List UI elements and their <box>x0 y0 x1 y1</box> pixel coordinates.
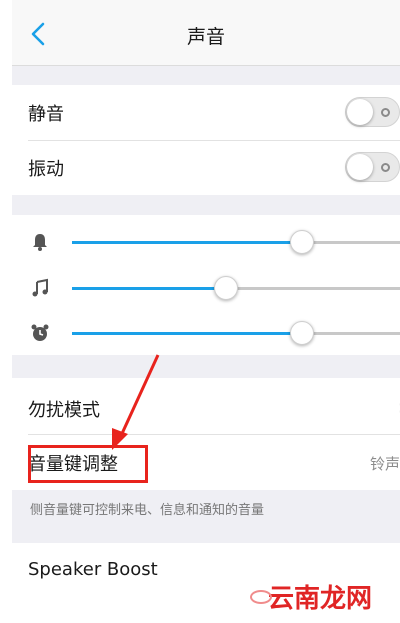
do-not-disturb-row[interactable]: 勿扰模式 › <box>12 378 400 434</box>
bell-icon <box>33 234 47 251</box>
toggle-knob <box>347 99 373 125</box>
slider-thumb[interactable] <box>289 321 314 345</box>
volume-group <box>12 215 400 355</box>
ringtone-volume-slider[interactable] <box>72 230 400 254</box>
ringtone-volume-row <box>12 222 400 262</box>
toggle-group: 静音 振动 <box>12 85 400 195</box>
mute-toggle[interactable] <box>345 97 400 127</box>
watermark-logo-icon <box>250 590 272 604</box>
slider-thumb[interactable] <box>214 276 239 300</box>
mute-label: 静音 <box>28 104 64 125</box>
media-volume-slider[interactable] <box>72 276 400 300</box>
toggle-knob <box>347 154 373 180</box>
watermark: 云南龙网 <box>250 578 373 615</box>
watermark-text: 云南龙网 <box>268 584 373 614</box>
vibrate-label: 振动 <box>28 159 64 180</box>
mute-row[interactable]: 静音 <box>12 85 400 140</box>
speaker-boost-label: Speaker Boost <box>28 559 158 580</box>
slider-fill <box>72 241 302 244</box>
vibrate-toggle[interactable] <box>345 152 400 182</box>
alarm-volume-slider[interactable] <box>72 321 400 345</box>
page-title: 声音 <box>186 26 225 48</box>
annotation-highlight-box <box>28 445 148 483</box>
media-volume-row <box>12 268 400 308</box>
alarm-volume-row <box>12 313 400 353</box>
slider-fill <box>72 287 227 290</box>
alarm-clock-icon <box>31 324 49 341</box>
slider-fill <box>72 332 302 335</box>
volume-key-description: 侧音量键可控制来电、信息和通知的音量 <box>30 503 265 518</box>
nav-header: 声音 <box>12 0 400 66</box>
toggle-off-indicator <box>381 108 390 117</box>
toggle-off-indicator <box>381 163 390 172</box>
volume-key-value: 铃声 <box>369 455 400 473</box>
vibrate-row[interactable]: 振动 <box>12 141 400 195</box>
slider-thumb[interactable] <box>289 230 314 254</box>
music-note-icon <box>32 278 48 297</box>
sound-settings-screen: 声音 静音 振动 勿扰模式 音量键调整 铃声 侧音量键可控制来电、信息和通知的音… <box>12 0 400 590</box>
do-not-disturb-label: 勿扰模式 <box>28 400 100 421</box>
